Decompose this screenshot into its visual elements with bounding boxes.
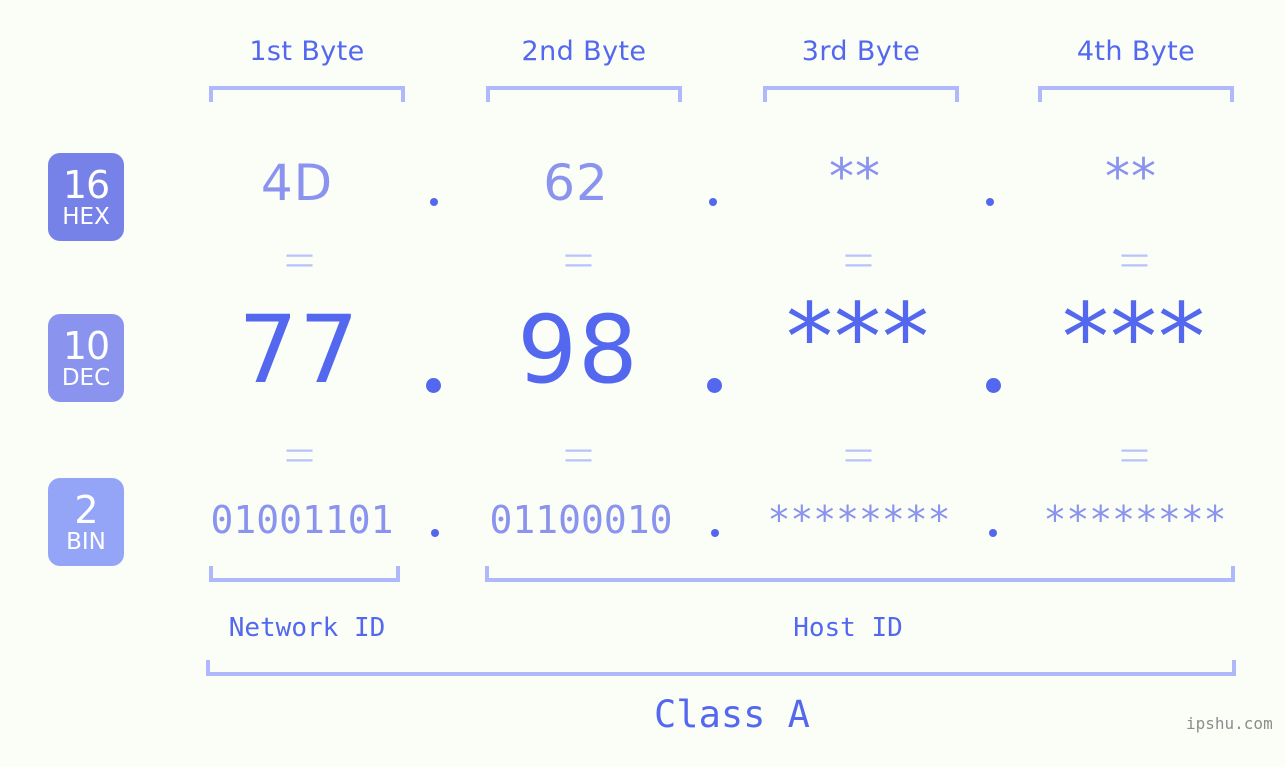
- hex-separator-3: [986, 198, 994, 206]
- host-id-label: Host ID: [793, 613, 903, 643]
- bin-byte-1: 01001101: [210, 498, 394, 542]
- byte-header-2: 2nd Byte: [521, 36, 647, 67]
- dec-byte-2: 98: [517, 296, 639, 405]
- dec-separator-2: [707, 378, 722, 393]
- dec-separator-3: [986, 378, 1001, 393]
- equals-connector-dec-bin-3: ||: [845, 446, 875, 466]
- equals-connector-dec-bin-2: ||: [565, 446, 595, 466]
- radix-badge-bin-label: BIN: [66, 528, 106, 555]
- hex-byte-2: 62: [543, 154, 609, 212]
- hex-byte-3: **: [829, 148, 881, 206]
- bin-byte-4: ********: [1043, 498, 1227, 542]
- radix-badge-dec: 10 DEC: [48, 314, 124, 402]
- bin-byte-2: 01100010: [489, 498, 673, 542]
- radix-badge-hex: 16 HEX: [48, 153, 124, 241]
- byte-header-3: 3rd Byte: [801, 36, 921, 67]
- dec-byte-1: 77: [238, 296, 360, 405]
- byte-header-4: 4th Byte: [1076, 36, 1196, 67]
- equals-connector-dec-bin-1: ||: [286, 446, 316, 466]
- radix-badge-hex-label: HEX: [62, 203, 110, 230]
- site-watermark: ipshu.com: [1186, 714, 1273, 733]
- equals-connector-hex-dec-1: ||: [286, 251, 316, 271]
- radix-badge-dec-number: 10: [62, 323, 110, 368]
- dec-byte-3: ***: [786, 284, 930, 393]
- network-id-label: Network ID: [228, 613, 386, 643]
- dec-byte-4: ***: [1062, 284, 1206, 393]
- radix-badge-hex-number: 16: [62, 162, 110, 207]
- network-id-bracket: [209, 566, 400, 582]
- bin-byte-3: ********: [767, 498, 951, 542]
- bin-separator-1: [431, 529, 439, 537]
- hex-byte-1: 4D: [260, 154, 334, 212]
- byte-bracket-1: [209, 86, 405, 102]
- host-id-bracket: [485, 566, 1235, 582]
- equals-connector-hex-dec-2: ||: [565, 251, 595, 271]
- dec-separator-1: [426, 378, 441, 393]
- hex-separator-1: [430, 198, 438, 206]
- ip-byte-breakdown-diagram: 1st Byte 2nd Byte 3rd Byte 4th Byte 16 H…: [0, 0, 1285, 767]
- equals-connector-dec-bin-4: ||: [1121, 446, 1151, 466]
- bin-separator-3: [989, 529, 997, 537]
- radix-badge-bin: 2 BIN: [48, 478, 124, 566]
- ip-class-label: Class A: [654, 693, 810, 736]
- byte-bracket-2: [486, 86, 682, 102]
- equals-connector-hex-dec-3: ||: [845, 251, 875, 271]
- equals-connector-hex-dec-4: ||: [1121, 251, 1151, 271]
- byte-bracket-4: [1038, 86, 1234, 102]
- hex-separator-2: [709, 198, 717, 206]
- radix-badge-bin-number: 2: [74, 487, 98, 532]
- byte-bracket-3: [763, 86, 959, 102]
- byte-header-1: 1st Byte: [249, 36, 365, 67]
- ip-class-bracket: [206, 660, 1236, 676]
- bin-separator-2: [711, 529, 719, 537]
- hex-byte-4: **: [1105, 148, 1157, 206]
- radix-badge-dec-label: DEC: [61, 364, 111, 391]
